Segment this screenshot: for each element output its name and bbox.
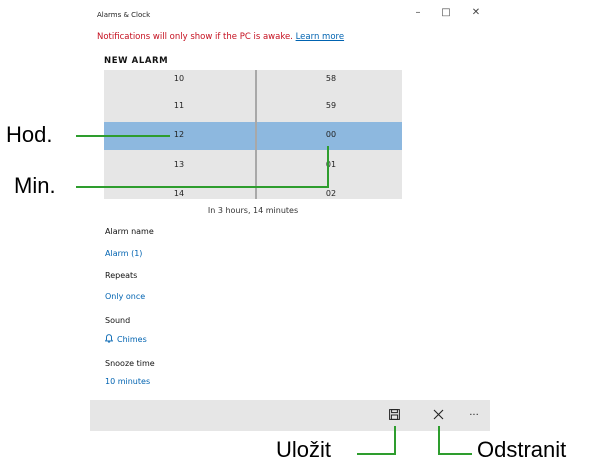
delete-button[interactable]	[427, 405, 449, 427]
delete-callout-line-vertical	[438, 426, 440, 455]
awake-notice: Notifications will only show if the PC i…	[97, 32, 344, 42]
minute-option-selected[interactable]: 00	[256, 130, 402, 139]
more-options-button[interactable]: ···	[463, 405, 485, 427]
learn-more-link[interactable]: Learn more	[296, 32, 344, 42]
alarm-countdown: In 3 hours, 14 minutes	[207, 206, 299, 215]
minute-option[interactable]: 01	[256, 160, 402, 169]
minute-callout-label: Min.	[14, 173, 56, 198]
alarm-name-field[interactable]: Alarm (1)	[105, 249, 142, 258]
save-button[interactable]	[383, 405, 405, 427]
delete-callout-label: Odstranit	[477, 437, 567, 462]
hour-callout-label: Hod.	[6, 122, 53, 147]
hour-option[interactable]: 10	[104, 74, 254, 83]
repeats-dropdown[interactable]: Only once	[105, 292, 145, 301]
hour-callout-line	[76, 135, 170, 137]
snooze-time-label: Snooze time	[105, 359, 155, 368]
snooze-time-dropdown[interactable]: 10 minutes	[105, 377, 150, 386]
save-icon	[388, 409, 400, 423]
section-title: NEW ALARM	[104, 56, 169, 66]
bell-icon	[104, 334, 114, 345]
close-window-button[interactable]: ✕	[466, 5, 486, 21]
hour-option[interactable]: 13	[104, 160, 254, 169]
minute-option[interactable]: 58	[256, 74, 402, 83]
repeats-label: Repeats	[105, 271, 138, 280]
save-callout-label: Uložit	[276, 437, 332, 462]
sound-dropdown[interactable]: Chimes	[104, 334, 147, 345]
minute-callout-line	[76, 186, 329, 188]
minute-option[interactable]: 02	[256, 189, 402, 198]
sound-value: Chimes	[117, 335, 147, 344]
command-bar: ···	[90, 400, 490, 431]
save-callout-line	[357, 453, 396, 455]
minimize-button[interactable]: –	[408, 5, 428, 21]
minute-option[interactable]: 59	[256, 101, 402, 110]
alarm-name-label: Alarm name	[105, 227, 154, 236]
hour-option[interactable]: 14	[104, 189, 254, 198]
hour-option[interactable]: 11	[104, 101, 254, 110]
delete-callout-line	[438, 453, 472, 455]
save-callout-line-vertical	[394, 426, 396, 455]
window-title: Alarms & Clock	[97, 11, 151, 19]
close-icon	[433, 409, 444, 423]
maximize-button[interactable]: □	[436, 5, 456, 21]
minute-callout-line-vertical	[327, 146, 329, 188]
sound-label: Sound	[105, 316, 131, 325]
notice-text: Notifications will only show if the PC i…	[97, 32, 293, 42]
